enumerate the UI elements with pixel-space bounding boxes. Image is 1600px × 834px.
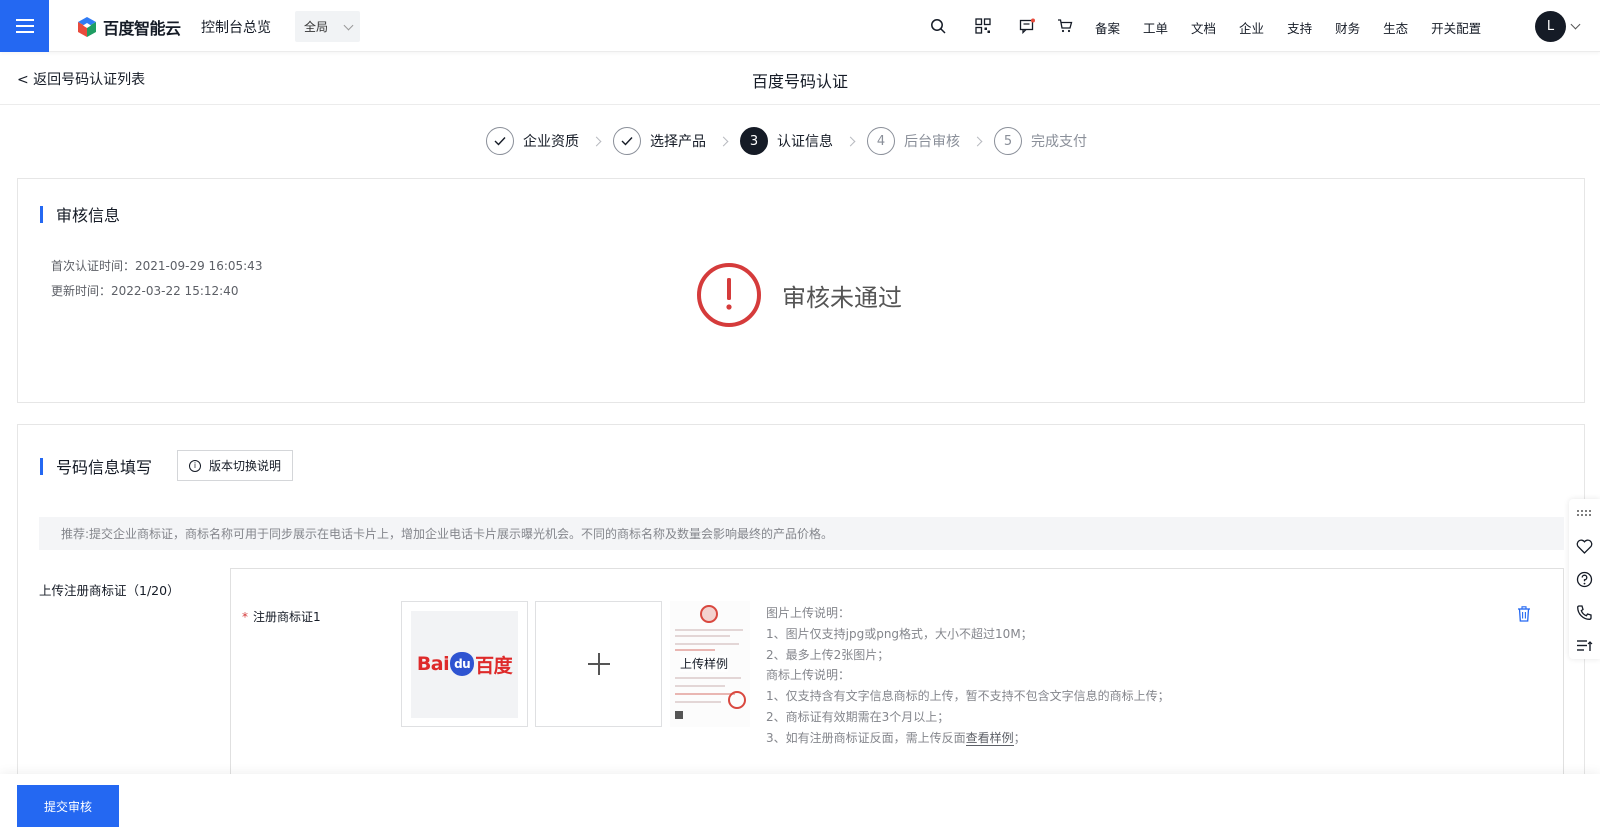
step-5: 5 完成支付 (994, 127, 1087, 155)
audit-status: 审核未通过 (697, 263, 902, 327)
step-number: 4 (867, 127, 895, 155)
top-navbar: 百度智能云 控制台总览 全局 备案 工单 文档 企业 支持 财务 生态 开关配置… (0, 0, 1600, 52)
first-auth-time: 首次认证时间：2021-09-29 16:05:43 (51, 259, 263, 273)
version-switch-button[interactable]: i 版本切换说明 (177, 450, 294, 481)
step-1: 企业资质 (486, 127, 579, 155)
cart-icon[interactable] (1055, 16, 1075, 36)
required-asterisk: * (242, 610, 248, 624)
qrcode-icon[interactable] (973, 16, 993, 36)
page-title: 百度号码认证 (751, 72, 848, 91)
step-check-icon (613, 127, 641, 155)
progress-steps: 企业资质 选择产品 3 认证信息 4 后台审核 5 完成支付 (486, 126, 1087, 156)
step-label: 企业资质 (523, 134, 579, 150)
view-sample-link[interactable]: 查看样例 (965, 730, 1014, 746)
logo-text-left: Bai (416, 653, 450, 675)
section-accent-bar (40, 205, 43, 223)
step-4: 4 后台审核 (867, 127, 960, 155)
update-time: 更新时间：2022-03-22 15:12:40 (51, 284, 239, 298)
step-check-icon (486, 127, 514, 155)
search-icon[interactable] (928, 16, 948, 36)
logo-text-right: 百度 (475, 654, 513, 677)
drag-handle-icon[interactable] (1576, 505, 1593, 522)
info-icon: i (189, 459, 201, 472)
region-select[interactable]: 全局 (295, 11, 360, 42)
audit-status-text: 审核未通过 (782, 283, 902, 312)
chevron-right-icon (833, 126, 867, 156)
trash-icon[interactable] (1517, 606, 1531, 622)
baidu-logo: Bai du 百度 (416, 651, 513, 678)
page-subheader: 百度号码认证 < 返回号码认证列表 (0, 53, 1600, 105)
bottom-action-bar: 提交审核 (0, 774, 1600, 834)
audit-info-card: 审核信息 首次认证时间：2021-09-29 16:05:43 更新时间：202… (17, 178, 1585, 403)
number-info-title: 号码信息填写 (40, 454, 152, 478)
phone-icon[interactable] (1576, 604, 1593, 621)
nav-link-enterprise[interactable]: 企业 (1239, 18, 1264, 37)
number-info-card: 号码信息填写 i 版本切换说明 推荐:提交企业商标证，商标名称可用于同步展示在电… (17, 424, 1585, 834)
brand-logo[interactable]: 百度智能云 (76, 15, 181, 39)
chevron-right-icon (706, 126, 740, 156)
instruction-line: 1、图片仅支持jpg或png格式，大小不超过10M； (766, 626, 1033, 641)
instruction-line: 2、最多上传2张图片； (766, 647, 890, 662)
avatar-chevron-down-icon[interactable] (1570, 19, 1581, 30)
nav-link-ecosystem[interactable]: 生态 (1383, 18, 1408, 37)
exclamation-icon (697, 263, 761, 327)
brand-name: 百度智能云 (103, 19, 181, 38)
recommendation-tip: 推荐:提交企业商标证，商标名称可用于同步展示在电话卡片上，增加企业电话卡片展示曝… (39, 517, 1564, 550)
top-nav-links: 备案 工单 文档 企业 支持 财务 生态 开关配置 (1095, 18, 1504, 37)
instruction-line: 1、仅支持含有文字信息商标的上传，暂不支持不包含文字信息的商标上传； (766, 689, 1170, 704)
chevron-down-icon (343, 20, 354, 31)
plus-icon (587, 653, 610, 675)
section-title-text: 号码信息填写 (56, 458, 153, 477)
step-label: 后台审核 (904, 134, 960, 150)
step-3: 3 认证信息 (740, 127, 833, 155)
uploaded-image-thumbnail[interactable]: Bai du 百度 (401, 601, 528, 727)
instruction-text: 3、如有注册商标证反面，需上传反面 (766, 730, 966, 745)
step-label: 选择产品 (650, 134, 706, 150)
hamburger-icon (15, 19, 34, 33)
nav-link-finance[interactable]: 财务 (1335, 18, 1360, 37)
region-value: 全局 (304, 20, 329, 34)
chevron-right-icon (960, 126, 994, 156)
version-switch-label: 版本切换说明 (209, 459, 282, 473)
step-number: 5 (994, 127, 1022, 155)
instruction-line: 图片上传说明： (766, 606, 851, 620)
side-toolbar (1569, 499, 1600, 659)
nav-link-switch-config[interactable]: 开关配置 (1431, 18, 1481, 37)
trademark-field-label: * 注册商标证1 (242, 608, 321, 625)
upload-trademark-label: 上传注册商标证（1/20） (39, 583, 180, 598)
chevron-right-icon (579, 126, 613, 156)
help-icon[interactable] (1576, 571, 1593, 588)
upload-instructions: 图片上传说明： 1、图片仅支持jpg或png格式，大小不超过10M； 2、最多上… (766, 603, 1170, 749)
submit-review-button[interactable]: 提交审核 (17, 785, 119, 827)
instruction-line: 3、如有注册商标证反面，需上传反面查看样例； (766, 728, 1170, 749)
step-label: 认证信息 (777, 134, 833, 150)
menu-button[interactable] (0, 0, 49, 52)
section-accent-bar (40, 457, 43, 475)
user-avatar[interactable]: L (1535, 11, 1566, 42)
paw-logo-icon: du (450, 652, 475, 676)
instruction-line: 2、商标证有效期需在3个月以上； (766, 709, 950, 724)
cube-logo-icon (78, 17, 96, 37)
list-icon[interactable] (1576, 637, 1593, 654)
step-label: 完成支付 (1031, 134, 1087, 150)
nav-link-support[interactable]: 支持 (1287, 18, 1312, 37)
step-number: 3 (740, 127, 768, 155)
baidu-logo-image: Bai du 百度 (411, 610, 518, 718)
console-overview-link[interactable]: 控制台总览 (201, 17, 271, 37)
nav-link-filing[interactable]: 备案 (1095, 18, 1120, 37)
instruction-text: ； (1013, 730, 1026, 745)
audit-info-title: 审核信息 (40, 202, 120, 226)
back-to-list-link[interactable]: < 返回号码认证列表 (17, 69, 145, 89)
message-icon[interactable] (1017, 16, 1037, 36)
heart-icon[interactable] (1576, 538, 1593, 555)
section-title-text: 审核信息 (56, 206, 121, 225)
upload-sample-image[interactable]: 上传样例 (670, 601, 750, 727)
sample-label: 上传样例 (680, 655, 729, 672)
instruction-line: 商标上传说明： (766, 668, 851, 683)
add-image-button[interactable] (535, 601, 662, 727)
nav-link-ticket[interactable]: 工单 (1143, 18, 1168, 37)
field-label-text: 注册商标证1 (253, 610, 321, 624)
step-2: 选择产品 (613, 127, 706, 155)
nav-link-docs[interactable]: 文档 (1191, 18, 1216, 37)
